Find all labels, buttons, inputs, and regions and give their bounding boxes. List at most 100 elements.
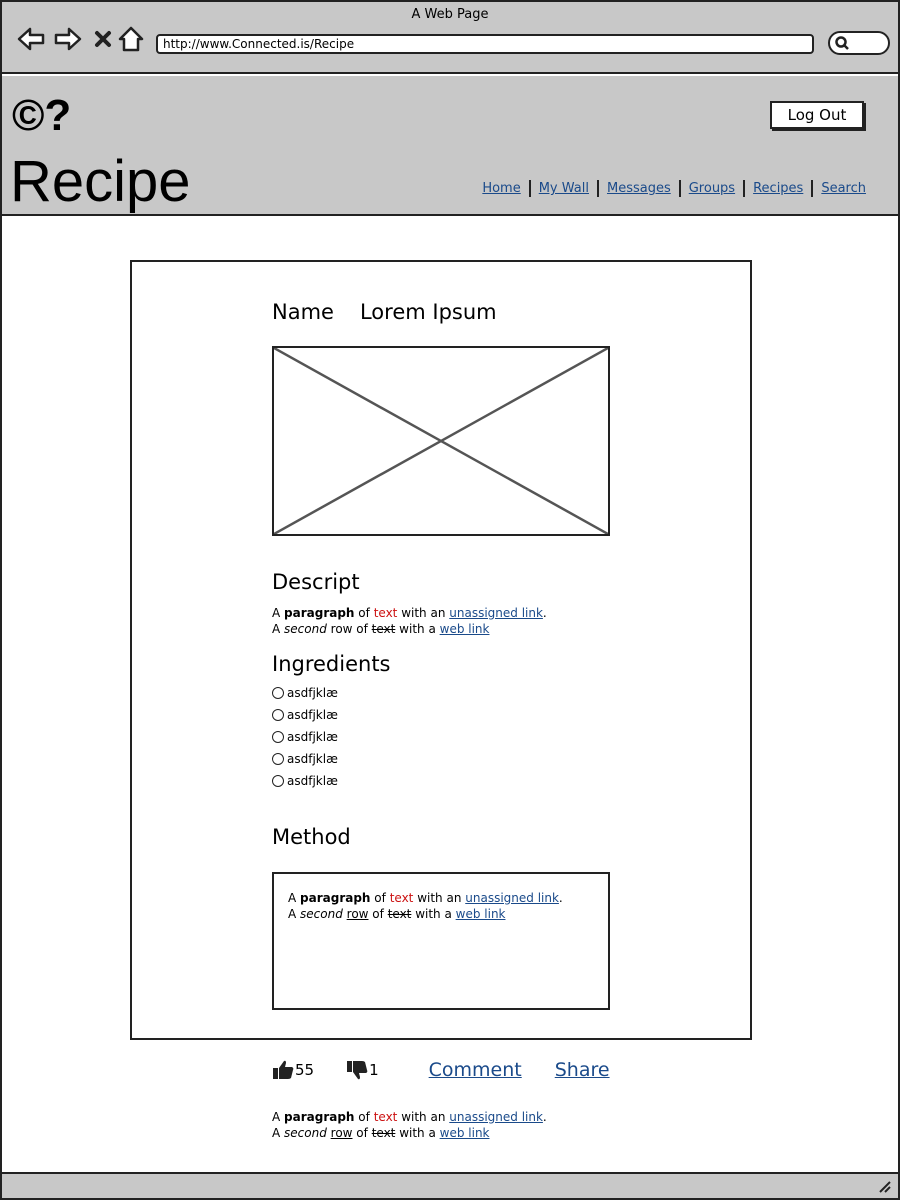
dislike-button[interactable]: 1 [346,1059,379,1081]
text-run: A [288,907,301,921]
text-run: A [272,1110,285,1124]
paragraph-line-1: A paragraph of text with an unassigned l… [288,890,563,906]
recipe-name-row: Name Lorem Ipsum [272,300,497,324]
stop-button[interactable] [88,24,118,54]
unassigned-link[interactable]: unassigned link [449,606,543,620]
text-run: of [368,907,388,921]
text-run: of [370,891,390,905]
red-text: text [389,891,414,905]
text-run: with a [411,907,456,921]
browser-search-field[interactable] [828,31,890,55]
underlined-text: row [346,907,369,921]
radio-button-icon[interactable] [272,753,284,765]
paragraph-line-2: A second row of text with a web link [272,1125,547,1141]
like-count: 55 [295,1061,315,1079]
radio-button-icon[interactable] [272,687,284,699]
page-title: Recipe [10,149,191,214]
url-input[interactable]: http://www.Connected.is/Recipe [156,34,814,54]
strikethrough-text: text [387,907,412,921]
italic-text: second [284,1126,327,1140]
close-icon [95,31,111,47]
thumbs-down-icon [347,1061,368,1080]
resize-grip-icon[interactable] [878,1180,892,1194]
radio-button-icon[interactable] [272,709,284,721]
ingredients-list: asdfjklæ asdfjklæ asdfjklæ asdfjklæ asdf… [272,682,338,792]
paragraph-line-1: A paragraph of text with an unassigned l… [272,1109,547,1125]
ingredients-heading: Ingredients [272,652,391,676]
home-icon [118,26,144,52]
nav-link-my-wall[interactable]: My Wall [531,181,597,196]
ingredient-item[interactable]: asdfjklæ [272,748,338,770]
text-run: . [558,891,563,905]
text-run: with an [413,891,466,905]
method-text-box: A paragraph of text with an unassigned l… [272,872,610,1010]
text-run: with a [395,1126,440,1140]
bold-text: paragraph [300,891,371,905]
browser-window: A Web Page http://www.Connected.is/Recip… [0,0,900,1200]
bold-text: paragraph [284,1110,355,1124]
recipe-card: Name Lorem Ipsum Descript A paragraph of… [130,260,752,1040]
site-logo: ©? [12,91,72,140]
share-link[interactable]: Share [555,1059,610,1081]
logout-button[interactable]: Log Out [770,101,864,129]
unassigned-link[interactable]: unassigned link [465,891,559,905]
description-text: A paragraph of text with an unassigned l… [272,605,547,637]
main-nav: Home My Wall Messages Groups Recipes Sea… [474,180,866,197]
comment-link[interactable]: Comment [429,1059,522,1081]
radio-button-icon[interactable] [272,775,284,787]
thumbs-up-icon [273,1060,294,1079]
like-button[interactable]: 55 [272,1059,314,1081]
recipe-image-placeholder [272,346,610,536]
window-title: A Web Page [411,7,489,22]
nav-link-recipes[interactable]: Recipes [745,181,811,196]
strikethrough-text: text [371,622,396,636]
nav-link-home[interactable]: Home [474,181,528,196]
search-icon [835,36,849,50]
recipe-name-label: Name [272,300,334,324]
forward-button[interactable] [53,24,83,54]
ingredient-item[interactable]: asdfjklæ [272,682,338,704]
footer-text: A paragraph of text with an unassigned l… [272,1109,547,1141]
italic-text: second [300,907,343,921]
ingredient-label: asdfjklæ [287,752,338,766]
ingredient-label: asdfjklæ [287,774,338,788]
text-run: with an [397,606,450,620]
site-header: ©? Recipe Log Out Home My Wall Messages … [2,76,898,216]
text-run: . [542,606,547,620]
text-run: of [352,1126,372,1140]
ingredient-label: asdfjklæ [287,708,338,722]
ingredient-item[interactable]: asdfjklæ [272,704,338,726]
ingredient-item[interactable]: asdfjklæ [272,726,338,748]
text-run: with an [397,1110,450,1124]
description-heading: Descript [272,570,360,594]
nav-link-search[interactable]: Search [813,181,866,196]
nav-link-messages[interactable]: Messages [599,181,679,196]
paragraph-line-1: A paragraph of text with an unassigned l… [272,605,547,621]
unassigned-link[interactable]: unassigned link [449,1110,543,1124]
ingredient-label: asdfjklæ [287,686,338,700]
arrow-right-icon [54,27,82,51]
method-heading: Method [272,825,351,849]
radio-button-icon[interactable] [272,731,284,743]
paragraph-line-2: A second row of text with a web link [272,621,547,637]
web-link[interactable]: web link [440,622,490,636]
text-run: of [354,1110,374,1124]
text-run: A [272,606,285,620]
web-link[interactable]: web link [456,907,506,921]
recipe-actions: 55 1 Comment Share [272,1059,610,1081]
text-run: A [272,622,285,636]
back-button[interactable] [16,24,46,54]
text-run: . [542,1110,547,1124]
text-run: A [288,891,301,905]
ingredient-item[interactable]: asdfjklæ [272,770,338,792]
home-button[interactable] [116,24,146,54]
browser-toolbar: A Web Page http://www.Connected.is/Recip… [2,2,898,74]
web-link[interactable]: web link [440,1126,490,1140]
nav-link-groups[interactable]: Groups [681,181,743,196]
red-text: text [373,1110,398,1124]
image-placeholder-icon [274,348,608,534]
recipe-name-value: Lorem Ipsum [359,300,497,324]
text-run: of [352,622,372,636]
ingredient-label: asdfjklæ [287,730,338,744]
method-text: A paragraph of text with an unassigned l… [288,890,563,922]
